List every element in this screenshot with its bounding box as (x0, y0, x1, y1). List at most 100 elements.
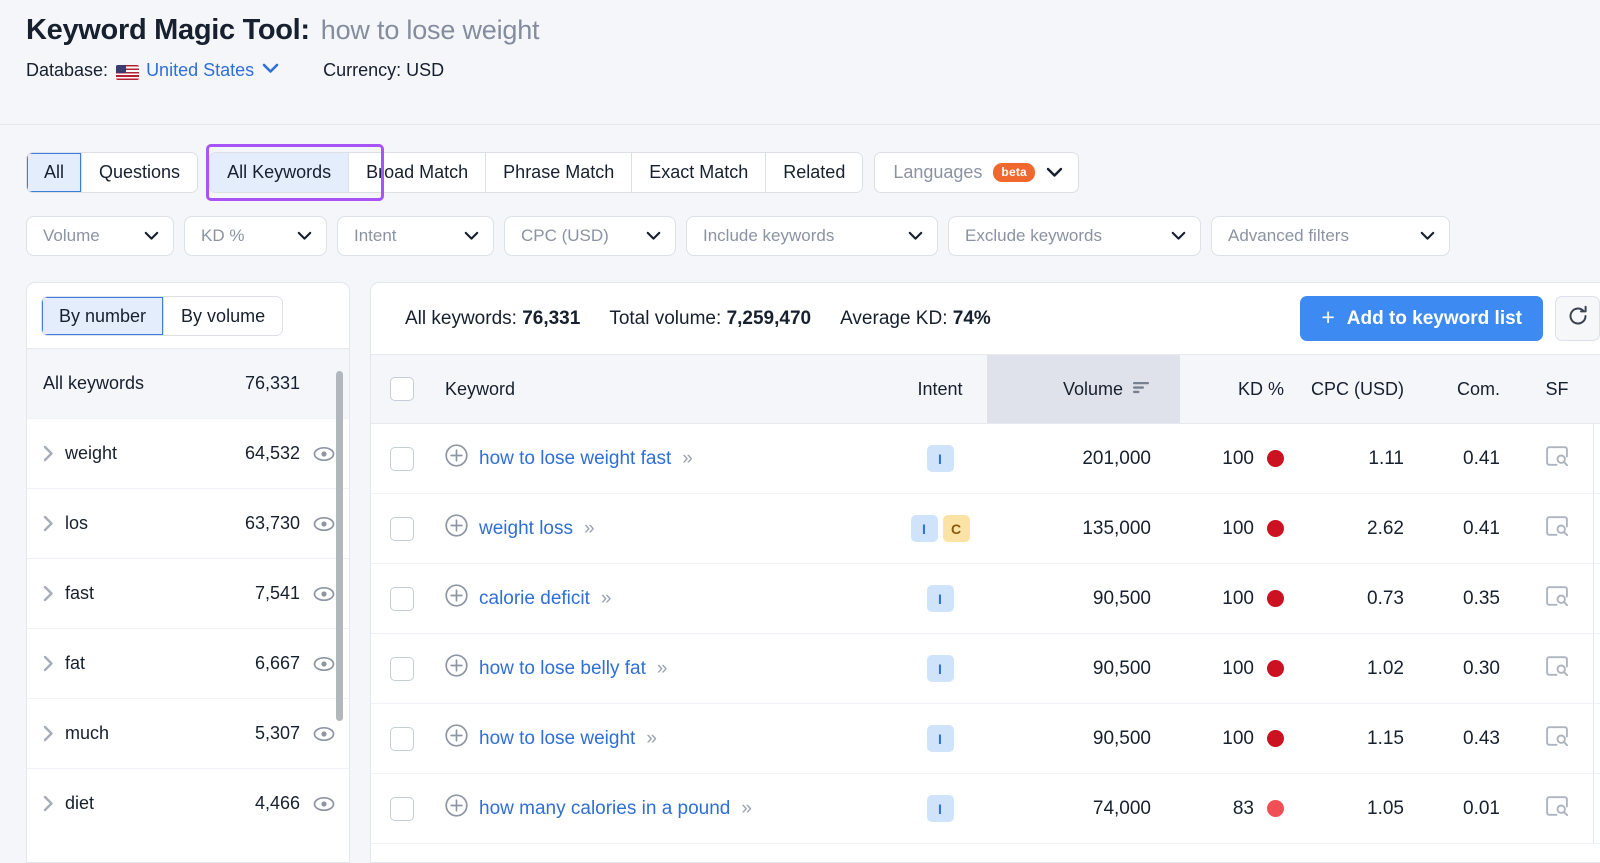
filter-advanced[interactable]: Advanced filters (1211, 216, 1450, 256)
eye-icon[interactable] (313, 726, 335, 742)
double-chevron-right-icon[interactable]: » (657, 658, 668, 680)
serp-preview-icon[interactable] (1545, 445, 1568, 471)
add-keyword-icon[interactable] (445, 794, 468, 823)
chevron-right-icon[interactable] (43, 725, 65, 742)
double-chevron-right-icon[interactable]: » (584, 518, 595, 540)
tab-broad-match[interactable]: Broad Match (349, 153, 487, 192)
add-keyword-icon[interactable] (445, 444, 468, 473)
row-checkbox[interactable] (390, 656, 414, 681)
double-chevron-right-icon[interactable]: » (601, 588, 612, 610)
tab-exact-match[interactable]: Exact Match (632, 153, 767, 192)
serp-preview-icon[interactable] (1545, 725, 1568, 751)
chevron-down-icon[interactable] (262, 63, 279, 74)
row-checkbox[interactable] (390, 446, 414, 471)
keyword-link[interactable]: how to lose weight fast (479, 448, 671, 470)
row-checkbox-cell[interactable] (371, 633, 433, 704)
double-chevron-right-icon[interactable]: » (646, 728, 657, 750)
intent-badge-informational[interactable]: I (926, 655, 954, 682)
header-cpc[interactable]: CPC (USD) (1300, 354, 1425, 424)
intent-badge-informational[interactable]: I (926, 725, 954, 752)
keyword-link[interactable]: how to lose belly fat (479, 658, 646, 680)
tab-phrase-match[interactable]: Phrase Match (486, 153, 633, 192)
table-row[interactable]: how to lose weight » I 90,500 100 1.15 0… (371, 703, 1600, 774)
header-select-all[interactable] (371, 354, 433, 424)
eye-icon[interactable] (313, 446, 335, 462)
row-checkbox[interactable] (390, 516, 414, 541)
row-checkbox[interactable] (390, 796, 414, 821)
group-row-much[interactable]: much 5,307 (27, 698, 349, 768)
row-sf-cell[interactable] (1521, 493, 1593, 564)
filter-include-keywords[interactable]: Include keywords (686, 216, 938, 256)
row-sf-cell[interactable] (1521, 633, 1593, 704)
table-row[interactable]: calorie deficit » I 90,500 100 0.73 0.35 (371, 563, 1600, 634)
serp-preview-icon[interactable] (1545, 795, 1568, 821)
eye-icon[interactable] (313, 656, 335, 672)
row-checkbox[interactable] (390, 726, 414, 751)
keyword-link[interactable]: how many calories in a pound (479, 798, 730, 820)
eye-icon[interactable] (313, 586, 335, 602)
chevron-right-icon[interactable] (43, 445, 65, 462)
add-keyword-icon[interactable] (445, 514, 468, 543)
row-checkbox-cell[interactable] (371, 423, 433, 494)
header-keyword[interactable]: Keyword (433, 354, 893, 424)
eye-icon[interactable] (313, 516, 335, 532)
intent-badge-informational[interactable]: I (926, 445, 954, 472)
refresh-button[interactable] (1555, 296, 1600, 341)
filter-volume[interactable]: Volume (26, 216, 174, 256)
intent-badge-informational[interactable]: I (926, 585, 954, 612)
toggle-by-volume[interactable]: By volume (164, 297, 283, 335)
table-row[interactable]: how many calories in a pound » I 74,000 … (371, 773, 1600, 844)
keyword-link[interactable]: weight loss (479, 518, 573, 540)
serp-preview-icon[interactable] (1545, 585, 1568, 611)
header-sf[interactable]: SF (1521, 354, 1593, 424)
row-checkbox-cell[interactable] (371, 703, 433, 774)
add-to-keyword-list-button[interactable]: + Add to keyword list (1300, 296, 1543, 341)
header-kd[interactable]: KD % (1180, 354, 1300, 424)
intent-badge-informational[interactable]: I (910, 515, 938, 542)
serp-preview-icon[interactable] (1545, 655, 1568, 681)
filter-intent[interactable]: Intent (337, 216, 494, 256)
table-row[interactable]: weight loss » I C 135,000 100 2.62 0.41 (371, 493, 1600, 564)
row-sf-cell[interactable] (1521, 423, 1593, 494)
filter-kd[interactable]: KD % (184, 216, 327, 256)
group-row-diet[interactable]: diet 4,466 (27, 768, 349, 838)
chevron-right-icon[interactable] (43, 795, 65, 812)
keyword-link[interactable]: calorie deficit (479, 588, 590, 610)
double-chevron-right-icon[interactable]: » (741, 798, 752, 820)
chevron-right-icon[interactable] (43, 515, 65, 532)
header-com[interactable]: Com. (1425, 354, 1521, 424)
row-sf-cell[interactable] (1521, 703, 1593, 774)
select-all-checkbox[interactable] (390, 377, 414, 401)
row-sf-cell[interactable] (1521, 563, 1593, 634)
intent-badge-commercial[interactable]: C (942, 515, 970, 542)
double-chevron-right-icon[interactable]: » (682, 448, 693, 470)
filter-exclude-keywords[interactable]: Exclude keywords (948, 216, 1201, 256)
group-row-fat[interactable]: fat 6,667 (27, 628, 349, 698)
tab-related[interactable]: Related (766, 153, 863, 192)
header-volume[interactable]: Volume (987, 354, 1180, 424)
intent-badge-informational[interactable]: I (926, 795, 954, 822)
group-row-all-keywords[interactable]: All keywords 76,331 (27, 348, 349, 418)
group-row-fast[interactable]: fast 7,541 (27, 558, 349, 628)
header-intent[interactable]: Intent (893, 354, 987, 424)
tab-all-keywords[interactable]: All Keywords (210, 153, 350, 192)
row-checkbox-cell[interactable] (371, 563, 433, 634)
chevron-right-icon[interactable] (43, 655, 65, 672)
row-checkbox-cell[interactable] (371, 773, 433, 844)
add-keyword-icon[interactable] (445, 654, 468, 683)
chevron-right-icon[interactable] (43, 585, 65, 602)
add-keyword-icon[interactable] (445, 724, 468, 753)
group-row-weight[interactable]: weight 64,532 (27, 418, 349, 488)
keyword-link[interactable]: how to lose weight (479, 728, 635, 750)
serp-preview-icon[interactable] (1545, 515, 1568, 541)
filter-cpc[interactable]: CPC (USD) (504, 216, 676, 256)
table-row[interactable]: how to lose weight fast » I 201,000 100 … (371, 423, 1600, 494)
add-keyword-icon[interactable] (445, 584, 468, 613)
languages-dropdown[interactable]: Languages beta (874, 152, 1079, 193)
table-row[interactable]: how to lose belly fat » I 90,500 100 1.0… (371, 633, 1600, 704)
eye-icon[interactable] (313, 796, 335, 812)
row-checkbox[interactable] (390, 586, 414, 611)
database-selector[interactable]: United States (146, 60, 254, 81)
toggle-by-number[interactable]: By number (42, 297, 165, 335)
group-row-los[interactable]: los 63,730 (27, 488, 349, 558)
